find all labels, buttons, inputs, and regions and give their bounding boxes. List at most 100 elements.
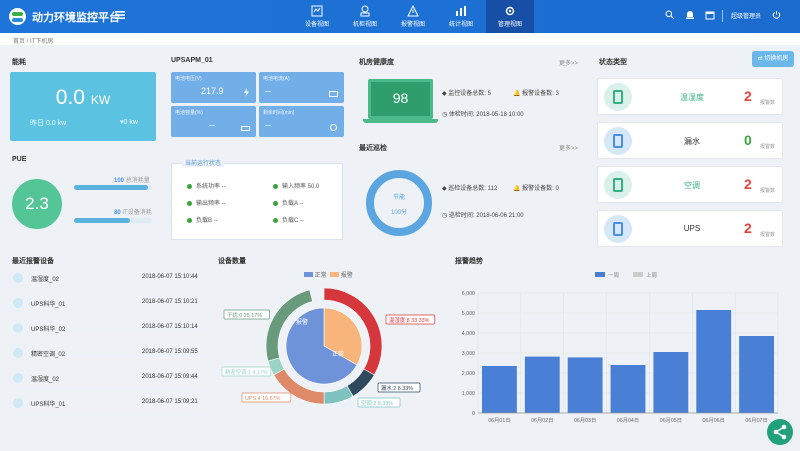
y-tick-label: 1,000 bbox=[462, 391, 475, 397]
bar bbox=[610, 365, 646, 413]
share-icon bbox=[773, 424, 787, 440]
status-dot bbox=[273, 217, 278, 223]
breadcrumb-current: IT下机房 bbox=[30, 39, 54, 45]
ups-capacity-card: 电池容量(%) -- bbox=[171, 106, 256, 137]
status-card-temp-humidity[interactable]: 温湿度 2 报警数 bbox=[597, 78, 783, 115]
header-divider bbox=[722, 10, 723, 22]
tab-device-view[interactable]: 设备视图 bbox=[293, 0, 341, 33]
device-icon bbox=[13, 273, 23, 283]
x-tick-label: 06月05日 bbox=[660, 417, 682, 424]
air-conditioner-icon bbox=[604, 171, 632, 199]
alarm-row[interactable]: UPS科华_01 2018-06-07 15:09:21 bbox=[13, 397, 203, 410]
power-off-icon[interactable] bbox=[772, 10, 781, 19]
calendar-icon[interactable] bbox=[705, 10, 715, 20]
status-count: 2 bbox=[744, 88, 752, 104]
user-name[interactable]: 超级管理员 bbox=[731, 11, 761, 20]
ups-cell-value: -- bbox=[265, 86, 271, 96]
alarm-device-name: UPS科华_01 bbox=[31, 302, 66, 308]
tab-label: 报警视图 bbox=[400, 22, 425, 28]
power-value: 0.0 bbox=[55, 86, 85, 109]
switch-room-button[interactable]: ⇄ 切换机房 bbox=[752, 51, 794, 67]
ups-cell-label: 电池电流(A) bbox=[263, 76, 290, 82]
pue-bar2-label: 80 IT设备消耗 bbox=[114, 207, 152, 216]
alarm-bell-icon[interactable] bbox=[685, 10, 695, 20]
alarm-time: 2018-06-07 15:10:14 bbox=[142, 324, 198, 330]
switch-room-label: 切换机房 bbox=[764, 56, 789, 62]
x-tick-label: 06月06日 bbox=[703, 417, 725, 424]
power-card: 0.0 KW 昨日 0.0 kw ▾0 kw bbox=[10, 72, 156, 141]
status-dot bbox=[187, 183, 192, 189]
status-dot bbox=[273, 183, 278, 189]
tab-cabinet-view[interactable]: 机柜视图 bbox=[341, 0, 389, 33]
health-time: ◷ 体检时间: 2018-05-18 10:00 bbox=[442, 112, 524, 118]
app-logo bbox=[9, 8, 26, 25]
power-yesterday: 昨日 0.0 kw bbox=[30, 120, 67, 127]
bar bbox=[696, 310, 732, 413]
legend-swatch bbox=[633, 272, 643, 277]
chart-legend: 一周 上周 bbox=[595, 271, 657, 279]
alarm-row[interactable]: 温湿度_02 2018-06-07 15:10:44 bbox=[13, 272, 203, 285]
tab-manage-view[interactable]: 管理视图 bbox=[486, 0, 534, 33]
status-card-ups[interactable]: UPS 2 报警数 bbox=[597, 210, 783, 247]
ups-status-text: 输出频率 -- bbox=[196, 201, 226, 207]
alarm-time: 2018-06-07 15:09:55 bbox=[142, 349, 198, 355]
health-monitor-text: 监控设备总数: 5 bbox=[448, 91, 491, 97]
cabinet-icon bbox=[360, 5, 370, 17]
inner-label-alarm: 报警 bbox=[296, 318, 308, 326]
menu-icon[interactable] bbox=[115, 10, 125, 20]
alarm-row[interactable]: UPS科华_02 2018-06-07 15:10:14 bbox=[13, 322, 203, 335]
bar bbox=[653, 352, 689, 413]
ups-title: UPSAPM_01 bbox=[171, 57, 213, 64]
health-more-link[interactable]: 更多>> bbox=[559, 58, 578, 67]
x-tick-label: 06月04日 bbox=[617, 417, 639, 424]
inspect-time-text: 巡检时间: 2018-06-06 21:00 bbox=[448, 213, 524, 219]
outer-ring-slice bbox=[323, 385, 354, 405]
inspect-total-text: 巡检设备总数: 112 bbox=[448, 186, 498, 192]
ups-time-card: 剩余时间(min) -- bbox=[259, 106, 344, 137]
clock-icon bbox=[330, 124, 337, 131]
ups-cell-label: 电池电压(V) bbox=[175, 76, 202, 82]
health-alarm: 🔔 报警设备数: 3 bbox=[513, 91, 559, 97]
health-monitor: ◆ 监控设备总数: 5 bbox=[442, 91, 491, 97]
device-icon bbox=[13, 323, 23, 333]
slice-label: 漏水:2 8.33% bbox=[381, 384, 413, 392]
pue-bar2-value: 80 bbox=[114, 210, 121, 216]
legend-swatch bbox=[595, 272, 605, 277]
status-card-water-leak[interactable]: 漏水 0 报警数 bbox=[597, 122, 783, 159]
ups-current-card: 电池电流(A) -- bbox=[259, 72, 344, 103]
tab-label: 管理视图 bbox=[497, 22, 522, 28]
lightning-icon bbox=[244, 88, 249, 97]
device-count-title: 设备数量 bbox=[218, 258, 246, 265]
app-title: 动力环境监控平台 bbox=[32, 12, 120, 24]
status-dot bbox=[273, 200, 278, 206]
breadcrumb: 首页 / IT下机房 bbox=[0, 33, 800, 45]
status-card-air-conditioner[interactable]: 空调 2 报警数 bbox=[597, 166, 783, 203]
tab-label: 机柜视图 bbox=[352, 22, 377, 28]
share-button[interactable] bbox=[767, 419, 793, 445]
health-screen-base bbox=[363, 119, 438, 123]
search-icon[interactable] bbox=[665, 10, 674, 19]
top-header: 动力环境监控平台 设备视图 机柜视图 报警视图 统计视图 管理视图 超级管理员 bbox=[0, 0, 800, 33]
ups-status-item: 输出频率 -- bbox=[187, 198, 226, 207]
slice-callout: 干扰:0 25.17% bbox=[223, 309, 270, 320]
device-icon bbox=[13, 298, 23, 308]
tab-alarm-view[interactable]: 报警视图 bbox=[389, 0, 437, 33]
health-title: 机房健康度 bbox=[359, 59, 394, 66]
ups-cell-label: 电池容量(%) bbox=[175, 110, 203, 116]
status-unit: 报警数 bbox=[760, 100, 776, 106]
inspect-more-link[interactable]: 更多>> bbox=[559, 143, 578, 152]
tab-label: 设备视图 bbox=[304, 22, 329, 28]
y-tick-label: 4,000 bbox=[462, 331, 475, 337]
alarm-row[interactable]: UPS科华_01 2018-06-07 15:10:21 bbox=[13, 297, 203, 310]
tab-stats-view[interactable]: 统计视图 bbox=[437, 0, 485, 33]
slice-callout: 精密空调:1 4.17% bbox=[221, 366, 272, 377]
ups-status-title: 当前运行状态 bbox=[182, 158, 225, 167]
ups-cell-value: 217.9 bbox=[201, 86, 224, 96]
alarm-row[interactable]: 温湿度_02 2018-06-07 15:09:44 bbox=[13, 372, 203, 385]
alarm-row[interactable]: 精密空调_02 2018-06-07 15:09:55 bbox=[13, 347, 203, 360]
slice-label: 温湿度:8 33.33% bbox=[389, 316, 430, 324]
warning-icon bbox=[407, 5, 419, 17]
breadcrumb-home[interactable]: 首页 bbox=[13, 39, 25, 45]
status-dot bbox=[187, 200, 192, 206]
alarm-device-name: UPS科华_02 bbox=[31, 327, 66, 333]
